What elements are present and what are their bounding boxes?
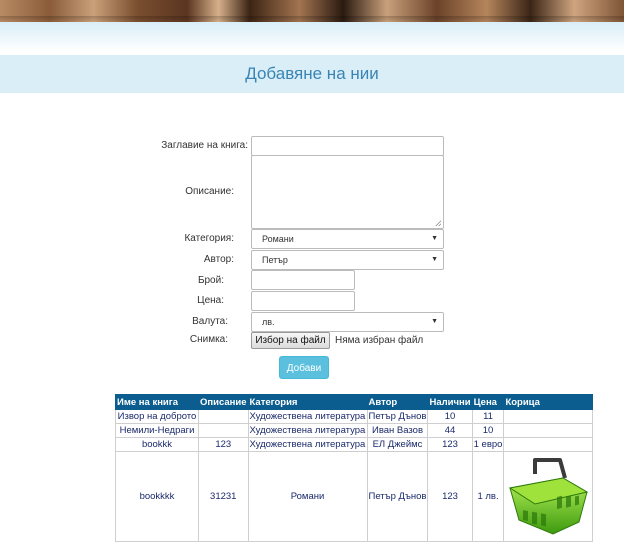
cell-price: 1 евро xyxy=(471,437,505,452)
table-header-row: Име на книга Описание Категория Автор На… xyxy=(115,394,594,410)
cell-available: 123 xyxy=(427,437,473,452)
table-row: bookkkk 31231 Романи Петър Дънов 123 1 л… xyxy=(115,451,594,542)
price-input[interactable] xyxy=(251,291,355,311)
dropdown-arrow-icon: ▼ xyxy=(431,256,438,263)
cell-price: 10 xyxy=(471,423,505,438)
cell-name: bookkk xyxy=(115,437,199,452)
add-book-button[interactable]: Добави xyxy=(279,356,329,379)
table-row: bookkk 123 Художествена литература ЕЛ Дж… xyxy=(115,437,594,452)
cell-available: 10 xyxy=(427,409,473,424)
column-header-category: Категория xyxy=(247,394,368,410)
header-fade xyxy=(0,22,624,52)
image-label: Снимка: xyxy=(189,334,228,345)
cell-description: 31231 xyxy=(198,451,249,542)
page-title: Добавяне на нии xyxy=(245,64,379,83)
cell-author: Иван Вазов xyxy=(366,423,429,438)
choose-file-button[interactable]: Избор на файл xyxy=(251,332,330,349)
table-row: Извор на доброто Художествена литература… xyxy=(115,409,594,424)
book-title-input[interactable] xyxy=(251,136,444,156)
column-header-description: Описание xyxy=(198,394,249,410)
page-title-bar: Добавяне на нии xyxy=(0,55,624,93)
cell-description xyxy=(198,409,249,424)
book-title-label: Заглавие на книга: xyxy=(161,140,248,151)
description-textarea[interactable] xyxy=(251,155,444,229)
currency-label: Валута: xyxy=(192,316,228,327)
dropdown-arrow-icon: ▼ xyxy=(431,318,438,325)
cell-cover xyxy=(503,423,594,438)
shopping-basket-icon xyxy=(509,458,589,535)
cell-available: 123 xyxy=(427,451,473,542)
cell-available: 44 xyxy=(427,423,473,438)
cell-category: Художествена литература xyxy=(247,437,368,452)
cell-author: ЕЛ Джеймс xyxy=(366,437,429,452)
column-header-author: Автор xyxy=(366,394,429,410)
category-label: Категория: xyxy=(184,233,234,244)
description-label: Описание: xyxy=(185,186,234,197)
count-input[interactable] xyxy=(251,270,355,290)
column-header-price: Цена xyxy=(471,394,505,410)
header-banner-image xyxy=(0,0,624,22)
column-header-cover: Корица xyxy=(503,394,594,410)
file-status-text: Няма избран файл xyxy=(335,335,424,346)
dropdown-arrow-icon: ▼ xyxy=(431,235,438,242)
cell-category: Романи xyxy=(247,451,368,542)
cell-price: 1 лв. xyxy=(471,451,505,542)
cell-name: bookkkk xyxy=(115,451,199,542)
author-select[interactable]: Петър ▼ xyxy=(251,250,444,270)
count-label: Брой: xyxy=(197,275,224,286)
author-label: Автор: xyxy=(203,254,234,265)
column-header-name: Име на книга xyxy=(115,394,199,410)
resize-grip-icon[interactable] xyxy=(435,220,441,226)
table-row: Немили-Недраги Художествена литература И… xyxy=(115,423,594,438)
cell-description: 123 xyxy=(198,437,249,452)
price-label: Цена: xyxy=(197,295,224,306)
cell-cover xyxy=(503,437,594,452)
category-select[interactable]: Романи ▼ xyxy=(251,229,444,249)
currency-select[interactable]: лв. ▼ xyxy=(251,312,444,332)
cell-name: Извор на доброто xyxy=(115,409,199,424)
cell-category: Художествена литература xyxy=(247,409,368,424)
cell-price: 11 xyxy=(471,409,505,424)
cell-author: Петър Дънов xyxy=(366,451,429,542)
cell-cover xyxy=(503,409,594,424)
cell-author: Петър Дънов xyxy=(366,409,429,424)
cell-name: Немили-Недраги xyxy=(115,423,199,438)
cell-description xyxy=(198,423,249,438)
cell-category: Художествена литература xyxy=(247,423,368,438)
column-header-available: Налични xyxy=(427,394,473,410)
cell-cover xyxy=(503,451,594,542)
books-table: Име на книга Описание Категория Автор На… xyxy=(115,394,594,542)
